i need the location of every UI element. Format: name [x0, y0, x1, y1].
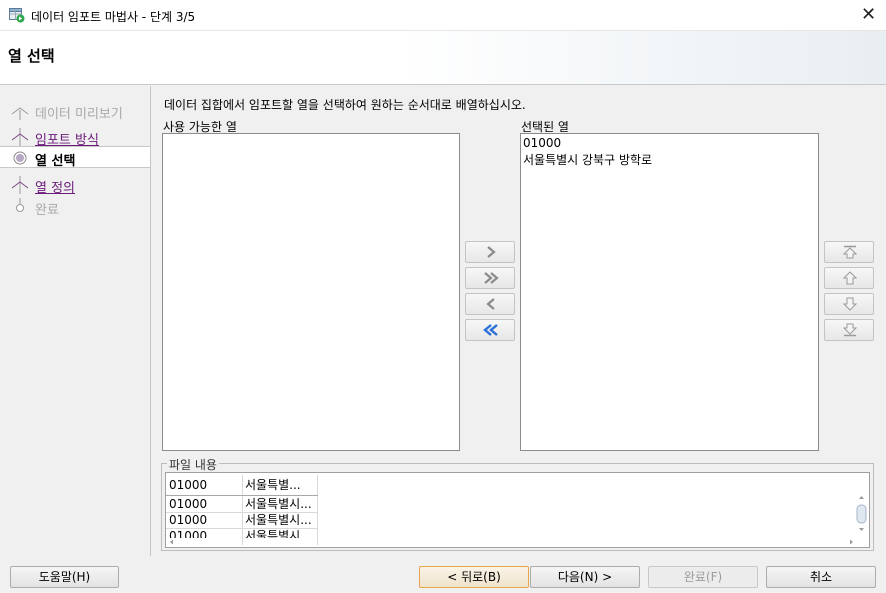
back-button[interactable]: < 뒤로(B)	[419, 566, 529, 588]
step-import-method[interactable]: 임포트 방식	[0, 126, 150, 148]
scroll-left-icon	[170, 539, 173, 545]
next-button[interactable]: 다음(N) >	[530, 566, 640, 588]
preview-vertical-scrollbar[interactable]	[855, 492, 868, 537]
grid-header-cell: 01000	[169, 478, 208, 492]
move-all-left-button[interactable]	[465, 319, 515, 341]
move-down-icon	[842, 297, 858, 311]
move-to-bottom-button[interactable]	[824, 319, 874, 341]
scroll-down-icon	[859, 528, 864, 531]
list-item[interactable]: 서울특별시 강북구 방학로	[523, 152, 816, 169]
instruction-text: 데이터 집합에서 임포트할 열을 선택하여 원하는 순서대로 배열하십시오.	[164, 98, 526, 112]
move-left-icon	[486, 298, 495, 310]
grid-cell: 서울특별시...	[245, 513, 312, 527]
move-up-button[interactable]	[824, 267, 874, 289]
move-down-button[interactable]	[824, 293, 874, 315]
step-label[interactable]: 열 정의	[35, 177, 75, 196]
step-label: 완료	[35, 203, 59, 218]
step-label: 데이터 미리보기	[35, 107, 123, 122]
step-current-icon	[13, 151, 27, 165]
move-all-right-button[interactable]	[465, 267, 515, 289]
move-right-button[interactable]	[465, 241, 515, 263]
grid-cell: 01000	[169, 513, 208, 527]
title-bar: 데이터 임포트 마법사 - 단계 3/5 ✕	[0, 0, 886, 31]
step-label: 열 선택	[35, 154, 76, 169]
grid-cell: 서울특별시...	[245, 497, 312, 511]
scroll-up-icon	[859, 496, 864, 499]
move-to-top-button[interactable]	[824, 241, 874, 263]
grid-header-cell: 서울특별...	[245, 478, 301, 492]
preview-horizontal-scrollbar[interactable]	[167, 537, 857, 547]
step-node-icon	[11, 128, 29, 146]
move-to-top-icon	[842, 245, 858, 259]
cancel-button[interactable]: 취소	[766, 566, 876, 588]
grid-cell: 01000	[169, 497, 208, 511]
file-content-legend: 파일 내용	[167, 456, 219, 473]
step-node-icon	[11, 176, 29, 194]
scroll-right-icon	[850, 539, 853, 545]
move-all-right-icon	[484, 272, 499, 284]
list-item[interactable]: 01000	[523, 135, 816, 152]
step-finish: 완료	[0, 196, 150, 218]
database-import-icon	[9, 8, 25, 23]
wizard-header: 열 선택	[0, 31, 886, 85]
finish-button: 완료(F)	[648, 566, 758, 588]
move-up-icon	[842, 271, 858, 285]
window-title: 데이터 임포트 마법사 - 단계 3/5	[31, 10, 196, 24]
wizard-steps-panel: 데이터 미리보기 임포트 방식 열 선택 열 정의 완료	[0, 86, 151, 556]
page-title: 열 선택	[8, 47, 55, 65]
step-node-icon	[16, 198, 24, 212]
selected-columns-list[interactable]: 01000 서울특별시 강북구 방학로	[520, 133, 819, 451]
move-right-icon	[487, 246, 496, 258]
step-data-preview: 데이터 미리보기	[0, 100, 150, 122]
close-button[interactable]: ✕	[851, 0, 886, 31]
step-column-select: 열 선택	[0, 146, 150, 169]
available-columns-list[interactable]	[162, 133, 460, 451]
move-all-left-icon	[483, 324, 498, 336]
close-icon: ✕	[860, 4, 877, 25]
step-column-define[interactable]: 열 정의	[0, 174, 150, 196]
scroll-thumb	[856, 504, 867, 524]
step-node-icon	[11, 107, 29, 120]
move-left-button[interactable]	[465, 293, 515, 315]
help-button[interactable]: 도움말(H)	[10, 566, 119, 588]
move-to-bottom-icon	[842, 323, 858, 337]
